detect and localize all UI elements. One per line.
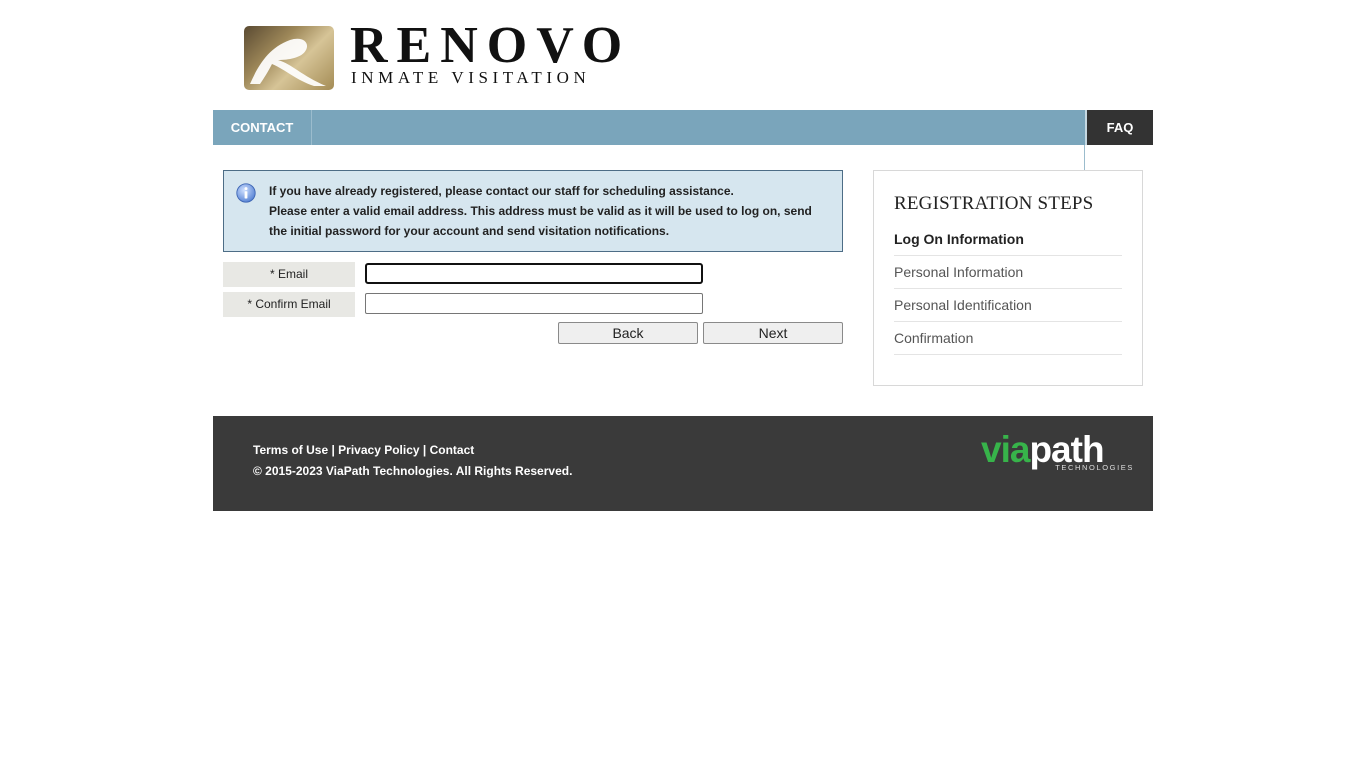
privacy-policy-link[interactable]: Privacy Policy	[338, 443, 419, 457]
footer-separator: |	[328, 443, 339, 457]
confirm-email-label: * Confirm Email	[223, 292, 355, 317]
renovo-logo-mark	[244, 26, 334, 90]
nav-contact[interactable]: CONTACT	[213, 110, 312, 145]
viapath-logo-tagline: TECHNOLOGIES	[1055, 463, 1134, 472]
info-line-1: If you have already registered, please c…	[269, 184, 734, 198]
email-label: * Email	[223, 262, 355, 287]
next-button[interactable]: Next	[703, 322, 843, 344]
footer-separator: |	[419, 443, 430, 457]
terms-of-use-link[interactable]: Terms of Use	[253, 443, 328, 457]
info-line-2: Please enter a valid email address. This…	[269, 204, 812, 238]
footer: Terms of Use | Privacy Policy | Contact …	[213, 416, 1153, 511]
step-log-on-information: Log On Information	[894, 223, 1122, 256]
viapath-logo-via: via	[981, 429, 1030, 470]
header-logo: RENOVO INMATE VISITATION	[213, 0, 1153, 110]
info-icon	[236, 183, 256, 203]
brand-title: RENOVO	[350, 17, 632, 74]
viapath-logo: viapath TECHNOLOGIES	[981, 430, 1136, 474]
confirm-email-input[interactable]	[365, 293, 703, 314]
info-text: If you have already registered, please c…	[269, 181, 829, 241]
main-content: If you have already registered, please c…	[213, 145, 1153, 416]
step-confirmation: Confirmation	[894, 322, 1122, 355]
steps-title: REGISTRATION STEPS	[894, 193, 1094, 214]
step-personal-identification: Personal Identification	[894, 289, 1122, 322]
brand-subtitle: INMATE VISITATION	[351, 68, 591, 87]
step-personal-information: Personal Information	[894, 256, 1122, 289]
copyright: © 2015-2023 ViaPath Technologies. All Ri…	[253, 464, 573, 478]
info-message: If you have already registered, please c…	[223, 170, 843, 252]
email-input[interactable]	[365, 263, 703, 284]
registration-steps-panel: REGISTRATION STEPS Log On Information Pe…	[873, 170, 1143, 386]
nav-faq[interactable]: FAQ	[1087, 110, 1153, 145]
back-button[interactable]: Back	[558, 322, 698, 344]
footer-contact-link[interactable]: Contact	[430, 443, 475, 457]
top-nav: CONTACT FAQ	[213, 110, 1153, 170]
footer-links: Terms of Use | Privacy Policy | Contact	[253, 443, 474, 457]
page: RENOVO INMATE VISITATION CONTACT FAQ If …	[213, 0, 1153, 511]
